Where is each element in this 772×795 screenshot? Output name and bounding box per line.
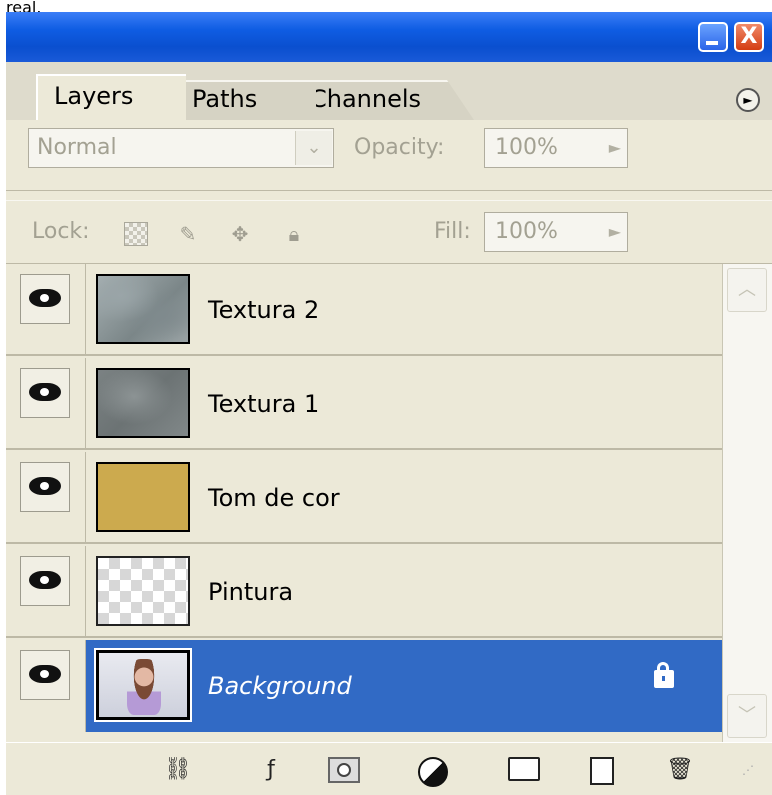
layer-name[interactable]: Textura 1 (208, 358, 319, 450)
tab-layers[interactable]: Layers (36, 74, 186, 120)
layers-list: Textura 2 Textura 1 Tom de cor Pintura B… (6, 264, 722, 742)
blend-mode-value: Normal (37, 135, 117, 160)
visibility-toggle[interactable] (20, 462, 70, 512)
lock-transparent-icon[interactable] (124, 222, 148, 246)
link-icon[interactable]: ⛓ (156, 757, 200, 783)
layer-thumbnail[interactable] (94, 648, 192, 722)
lock-icon (654, 662, 674, 688)
visibility-toggle[interactable] (20, 368, 70, 418)
layer-thumbnail[interactable] (96, 462, 190, 532)
layer-name[interactable]: Textura 2 (208, 264, 319, 356)
new-layer-icon[interactable] (590, 757, 614, 785)
layer-row[interactable]: Pintura (6, 546, 722, 638)
layers-window: X Channels Paths Layers ► Normal ⌄ Opaci… (6, 12, 772, 795)
visibility-cell[interactable] (6, 358, 86, 450)
trash-icon[interactable]: 🗑︎ (666, 757, 694, 783)
layer-row[interactable]: Textura 2 (6, 264, 722, 356)
fill-label: Fill: (434, 219, 471, 244)
layer-thumbnail[interactable] (96, 368, 190, 438)
visibility-cell[interactable] (6, 546, 86, 638)
scroll-up-button[interactable]: ︿ (727, 268, 767, 312)
lock-label: Lock: (32, 219, 90, 244)
lock-all-icon[interactable]: 🔒︎ (282, 222, 306, 246)
lock-row (6, 200, 772, 264)
layer-row-selected[interactable]: Background (6, 640, 722, 732)
fx-icon[interactable]: ƒ (254, 757, 288, 783)
minimize-button[interactable] (698, 22, 728, 52)
layer-name[interactable]: Tom de cor (208, 452, 340, 544)
adjustment-icon[interactable] (418, 757, 448, 787)
chevron-down-icon[interactable]: ⌄ (295, 131, 332, 165)
layer-name[interactable]: Background (208, 640, 352, 732)
visibility-toggle[interactable] (20, 556, 70, 606)
close-icon: X (740, 24, 758, 49)
layers-panel: Channels Paths Layers ► Normal ⌄ Opacity… (6, 62, 772, 795)
layer-thumbnail[interactable] (96, 274, 190, 344)
opacity-value: 100% (495, 135, 558, 160)
visibility-toggle[interactable] (20, 650, 70, 700)
tab-paths[interactable]: Paths (176, 80, 316, 120)
opacity-input[interactable]: 100% ► (484, 128, 628, 168)
resize-grip-icon[interactable]: ⋰ (742, 763, 766, 787)
layers-scrollbar[interactable]: ︿ ﹀ (722, 264, 772, 742)
visibility-cell[interactable] (6, 452, 86, 544)
panel-menu-button[interactable]: ► (736, 88, 760, 112)
eye-icon (29, 477, 61, 495)
layer-name[interactable]: Pintura (208, 546, 293, 638)
tab-channels[interactable]: Channels (294, 80, 474, 120)
scroll-down-button[interactable]: ﹀ (727, 694, 767, 738)
lock-move-icon[interactable]: ✥ (228, 222, 252, 246)
blend-mode-select[interactable]: Normal ⌄ (28, 128, 334, 168)
mask-icon[interactable] (328, 757, 360, 783)
layer-row[interactable]: Textura 1 (6, 358, 722, 450)
layer-thumbnail[interactable] (96, 556, 190, 626)
visibility-cell[interactable] (6, 640, 86, 732)
title-bar[interactable]: X (6, 12, 772, 62)
layers-bottom-toolbar: ⛓ ƒ 🗑︎ ⋰ (6, 742, 772, 795)
photo-thumbnail (127, 659, 161, 715)
lock-brush-icon[interactable]: ✎ (176, 222, 200, 246)
opacity-label: Opacity: (354, 135, 445, 160)
opacity-slider-arrow-icon[interactable]: ► (609, 129, 621, 167)
folder-icon[interactable] (508, 757, 540, 781)
eye-icon (29, 289, 61, 307)
eye-icon (29, 665, 61, 683)
eye-icon (29, 571, 61, 589)
layer-row[interactable]: Tom de cor (6, 452, 722, 544)
panel-tabs: Channels Paths Layers ► (6, 62, 772, 120)
visibility-cell[interactable] (6, 264, 86, 356)
close-button[interactable]: X (734, 22, 764, 52)
visibility-toggle[interactable] (20, 274, 70, 324)
eye-icon (29, 383, 61, 401)
fill-value: 100% (495, 219, 558, 244)
fill-input[interactable]: 100% ► (484, 212, 628, 252)
fill-slider-arrow-icon[interactable]: ► (609, 213, 621, 251)
